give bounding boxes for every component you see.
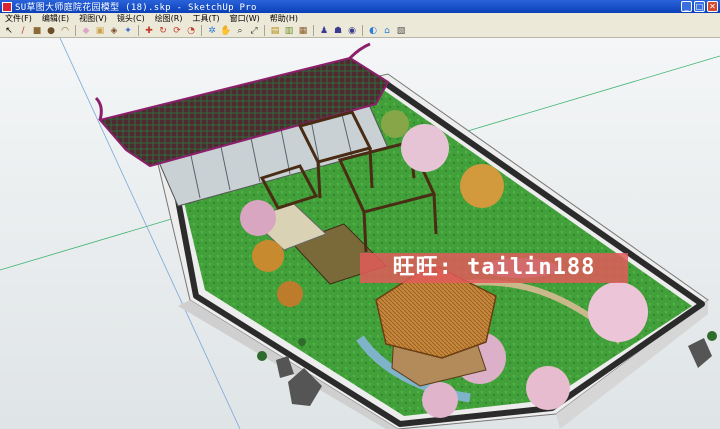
sketchup-window: SU草图大师庭院花园模型 (18).skp - SketchUp Pro _ □… bbox=[0, 0, 720, 429]
materials-tool-icon[interactable]: ▦ bbox=[297, 25, 309, 37]
close-button[interactable]: ✕ bbox=[707, 1, 718, 12]
follow-me-tool-icon[interactable]: ⟳ bbox=[171, 25, 183, 37]
toolbar-separator bbox=[264, 25, 265, 36]
section-tool-icon[interactable]: ◐ bbox=[367, 25, 379, 37]
garden-model-scene bbox=[0, 38, 720, 429]
roof-eave-left bbox=[94, 96, 103, 121]
circle-tool-icon[interactable]: ● bbox=[45, 25, 57, 37]
move-tool-icon[interactable]: ✚ bbox=[143, 25, 155, 37]
layers-tool-icon[interactable]: ▤ bbox=[269, 25, 281, 37]
eraser-tool-icon[interactable]: ◆ bbox=[80, 25, 92, 37]
components-tool-icon[interactable]: ▥ bbox=[283, 25, 295, 37]
pan-tool-icon[interactable]: ✋ bbox=[220, 25, 232, 37]
model-viewport[interactable]: 旺旺: tailin188 bbox=[0, 38, 720, 429]
rotate-tool-icon[interactable]: ↻ bbox=[157, 25, 169, 37]
menu-window[interactable]: 窗口(W) bbox=[225, 13, 265, 24]
minimize-button[interactable]: _ bbox=[681, 1, 692, 12]
offset-tool-icon[interactable]: ◔ bbox=[185, 25, 197, 37]
geo-tool-icon[interactable]: ⌂ bbox=[381, 25, 393, 37]
tape-tool-icon[interactable]: ▣ bbox=[94, 25, 106, 37]
zoom-extents-tool-icon[interactable]: ⤢ bbox=[248, 25, 260, 37]
orbit-tool-icon[interactable]: ✲ bbox=[206, 25, 218, 37]
position-camera-tool-icon[interactable]: ♟ bbox=[318, 25, 330, 37]
menu-help[interactable]: 帮助(H) bbox=[265, 13, 303, 24]
toolbar-separator bbox=[362, 25, 363, 36]
walk-tool-icon[interactable]: ☗ bbox=[332, 25, 344, 37]
menu-draw[interactable]: 绘图(R) bbox=[150, 13, 188, 24]
toolbar-separator bbox=[75, 25, 76, 36]
menu-bar: 文件(F) 编辑(E) 视图(V) 镜头(C) 绘图(R) 工具(T) 窗口(W… bbox=[0, 13, 720, 24]
toolbar-separator bbox=[313, 25, 314, 36]
toolbar: ↖ / ■ ● ◠ ◆ ▣ ◈ ✦ ✚ ↻ ⟳ ◔ ✲ ✋ ⌕ ⤢ ▤ ▥ ▦ ♟ ☗ ◉ ◐ ⌂ ▧ bbox=[0, 24, 720, 38]
maximize-button[interactable]: □ bbox=[694, 1, 705, 12]
look-around-tool-icon[interactable]: ◉ bbox=[346, 25, 358, 37]
toolbar-separator bbox=[201, 25, 202, 36]
push-pull-tool-icon[interactable]: ✦ bbox=[122, 25, 134, 37]
menu-file[interactable]: 文件(F) bbox=[0, 13, 37, 24]
title-bar[interactable]: SU草图大师庭院花园模型 (18).skp - SketchUp Pro _ □… bbox=[0, 0, 720, 13]
rectangle-tool-icon[interactable]: ■ bbox=[31, 25, 43, 37]
paint-tool-icon[interactable]: ◈ bbox=[108, 25, 120, 37]
watermark-banner: 旺旺: tailin188 bbox=[360, 253, 628, 283]
toolbar-separator bbox=[138, 25, 139, 36]
app-icon bbox=[2, 1, 12, 12]
menu-view[interactable]: 视图(V) bbox=[74, 13, 112, 24]
arc-tool-icon[interactable]: ◠ bbox=[59, 25, 71, 37]
menu-edit[interactable]: 编辑(E) bbox=[37, 13, 74, 24]
pencil-tool-icon[interactable]: / bbox=[17, 25, 29, 37]
window-title: SU草图大师庭院花园模型 (18).skp - SketchUp Pro bbox=[15, 3, 257, 13]
warehouse-tool-icon[interactable]: ▧ bbox=[395, 25, 407, 37]
menu-tools[interactable]: 工具(T) bbox=[188, 13, 225, 24]
zoom-tool-icon[interactable]: ⌕ bbox=[234, 25, 246, 37]
roof-eave-right bbox=[348, 42, 371, 60]
select-tool-icon[interactable]: ↖ bbox=[3, 25, 15, 37]
menu-camera[interactable]: 镜头(C) bbox=[112, 13, 150, 24]
